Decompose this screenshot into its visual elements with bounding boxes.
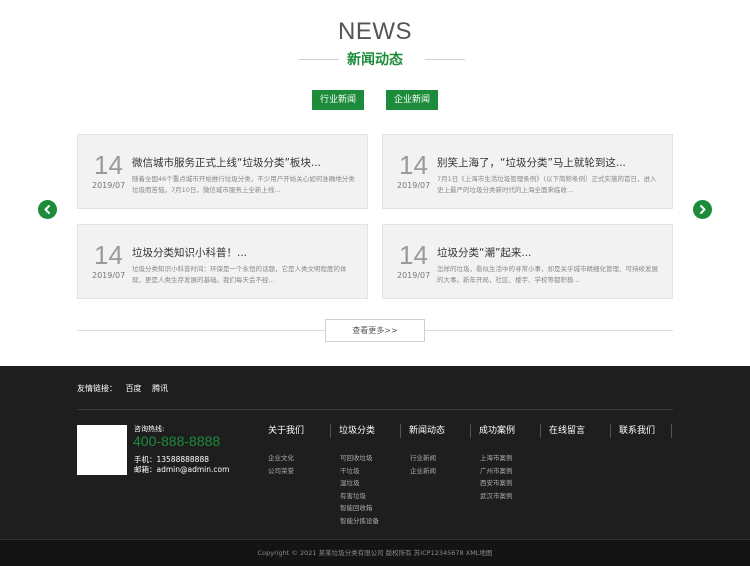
footer-col-about: 关于我们 企业文化 公司荣誉 — [268, 424, 338, 477]
footer-link[interactable]: 行业新闻 — [410, 452, 470, 465]
footer: 友情链接： 百度 腾讯 咨询热线: 400-888-8888 手机：135888… — [0, 366, 750, 539]
news-tabs: 行业新闻 企业新闻 — [0, 90, 750, 110]
news-title[interactable]: 微信城市服务正式上线“垃圾分类”板块... — [132, 155, 357, 170]
copyright-bar: Copyright © 2021 某某垃圾分类有限公司 版权所有 苏ICP123… — [0, 539, 750, 566]
footer-link[interactable]: 干垃圾 — [340, 465, 400, 478]
footer-link[interactable]: 智能回收箱 — [340, 502, 400, 515]
footer-link[interactable]: 智能分拣设备 — [340, 515, 400, 528]
section-title-cn: 新闻动态 — [347, 52, 403, 68]
news-date: 2019/07 — [397, 181, 431, 190]
footer-col-divider — [671, 424, 672, 438]
news-day: 14 — [399, 150, 428, 180]
news-title[interactable]: 垃圾分类知识小科普！... — [132, 245, 357, 260]
footer-col-sorting: 垃圾分类 可回收垃圾 干垃圾 湿垃圾 有害垃圾 智能回收箱 智能分拣设备 — [330, 424, 400, 527]
friend-link-baidu[interactable]: 百度 — [126, 384, 142, 393]
title-divider-right — [425, 59, 465, 60]
footer-col-contact: 联系我们 — [610, 424, 680, 438]
view-more-button[interactable]: 查看更多>> — [325, 319, 425, 342]
friend-link-tencent[interactable]: 腾讯 — [152, 384, 168, 393]
news-date: 2019/07 — [397, 271, 431, 280]
news-summary: 随着全国46个重点城市开始推行垃圾分类，不少用户开始关心如何准确地分类垃圾而苦恼… — [132, 175, 355, 194]
tab-company-news[interactable]: 企业新闻 — [386, 90, 438, 110]
footer-col-title[interactable]: 成功案例 — [470, 424, 540, 438]
footer-col-title[interactable]: 联系我们 — [610, 424, 680, 438]
email-label: 邮箱： — [134, 465, 157, 474]
footer-link[interactable]: 武汉市案例 — [480, 490, 540, 503]
footer-divider — [77, 409, 673, 410]
footer-link[interactable]: 可回收垃圾 — [340, 452, 400, 465]
footer-col-title[interactable]: 在线留言 — [540, 424, 610, 438]
news-day: 14 — [399, 240, 428, 270]
news-card[interactable]: 14 2019/07 垃圾分类“潮”起来... 怎样的垃圾，看似生活中的寻常小事… — [382, 224, 673, 299]
news-summary: 怎样的垃圾，看似生活中的寻常小事，却是关乎城市精细化管理、可持续发展的大事。新年… — [437, 265, 658, 284]
footer-link[interactable]: 湿垃圾 — [340, 477, 400, 490]
tab-industry-news[interactable]: 行业新闻 — [312, 90, 364, 110]
footer-link[interactable]: 广州市案例 — [480, 465, 540, 478]
carousel-prev-button[interactable] — [38, 200, 57, 219]
news-card[interactable]: 14 2019/07 垃圾分类知识小科普！... 垃圾分类知识小科普时间：环保是… — [77, 224, 368, 299]
footer-link[interactable]: 公司荣誉 — [268, 465, 338, 478]
news-summary: 7月1日《上海市生活垃圾管理条例》（以下简称条例）正式实施的首日，进入史上最严的… — [437, 175, 657, 194]
news-card[interactable]: 14 2019/07 微信城市服务正式上线“垃圾分类”板块... 随着全国46个… — [77, 134, 368, 209]
news-date: 2019/07 — [92, 181, 126, 190]
footer-link[interactable]: 西安市案例 — [480, 477, 540, 490]
hotline-number: 400-888-8888 — [133, 433, 221, 449]
news-title[interactable]: 垃圾分类“潮”起来... — [437, 245, 662, 260]
footer-link[interactable]: 有害垃圾 — [340, 490, 400, 503]
section-title-en: NEWS — [338, 18, 412, 45]
news-card[interactable]: 14 2019/07 别笑上海了，“垃圾分类”马上就轮到这... 7月1日《上海… — [382, 134, 673, 209]
news-title[interactable]: 别笑上海了，“垃圾分类”马上就轮到这... — [437, 155, 662, 170]
friend-links: 友情链接： 百度 腾讯 — [77, 383, 176, 394]
news-date: 2019/07 — [92, 271, 126, 280]
footer-link[interactable]: 企业文化 — [268, 452, 338, 465]
carousel-next-button[interactable] — [693, 200, 712, 219]
email-value: admin@admin.com — [156, 465, 230, 474]
phone-label: 手机： — [134, 455, 157, 464]
phone-value: 13588888888 — [156, 455, 210, 464]
news-day: 14 — [94, 150, 123, 180]
chevron-right-icon — [700, 205, 706, 214]
page: NEWS 新闻动态 行业新闻 企业新闻 14 2019/07 微信城市服务正式上… — [0, 0, 750, 566]
contact-email: 邮箱：admin@admin.com — [134, 464, 229, 475]
footer-link[interactable]: 企业新闻 — [410, 465, 470, 478]
footer-col-cases: 成功案例 上海市案例 广州市案例 西安市案例 武汉市案例 — [470, 424, 540, 502]
footer-link[interactable]: 上海市案例 — [480, 452, 540, 465]
footer-col-news: 新闻动态 行业新闻 企业新闻 — [400, 424, 470, 477]
friend-links-label: 友情链接： — [77, 384, 117, 393]
footer-col-title[interactable]: 新闻动态 — [400, 424, 470, 438]
news-summary: 垃圾分类知识小科普时间：环保是一个永恒的话题，它是人类文明程度的体现，更是人类生… — [132, 265, 347, 284]
news-day: 14 — [94, 240, 123, 270]
qr-code-image — [77, 425, 127, 475]
footer-col-message: 在线留言 — [540, 424, 610, 438]
footer-col-title[interactable]: 垃圾分类 — [330, 424, 400, 438]
footer-col-title[interactable]: 关于我们 — [268, 424, 338, 438]
chevron-left-icon — [44, 205, 50, 214]
section-subtitle-row: 新闻动态 — [0, 49, 750, 69]
